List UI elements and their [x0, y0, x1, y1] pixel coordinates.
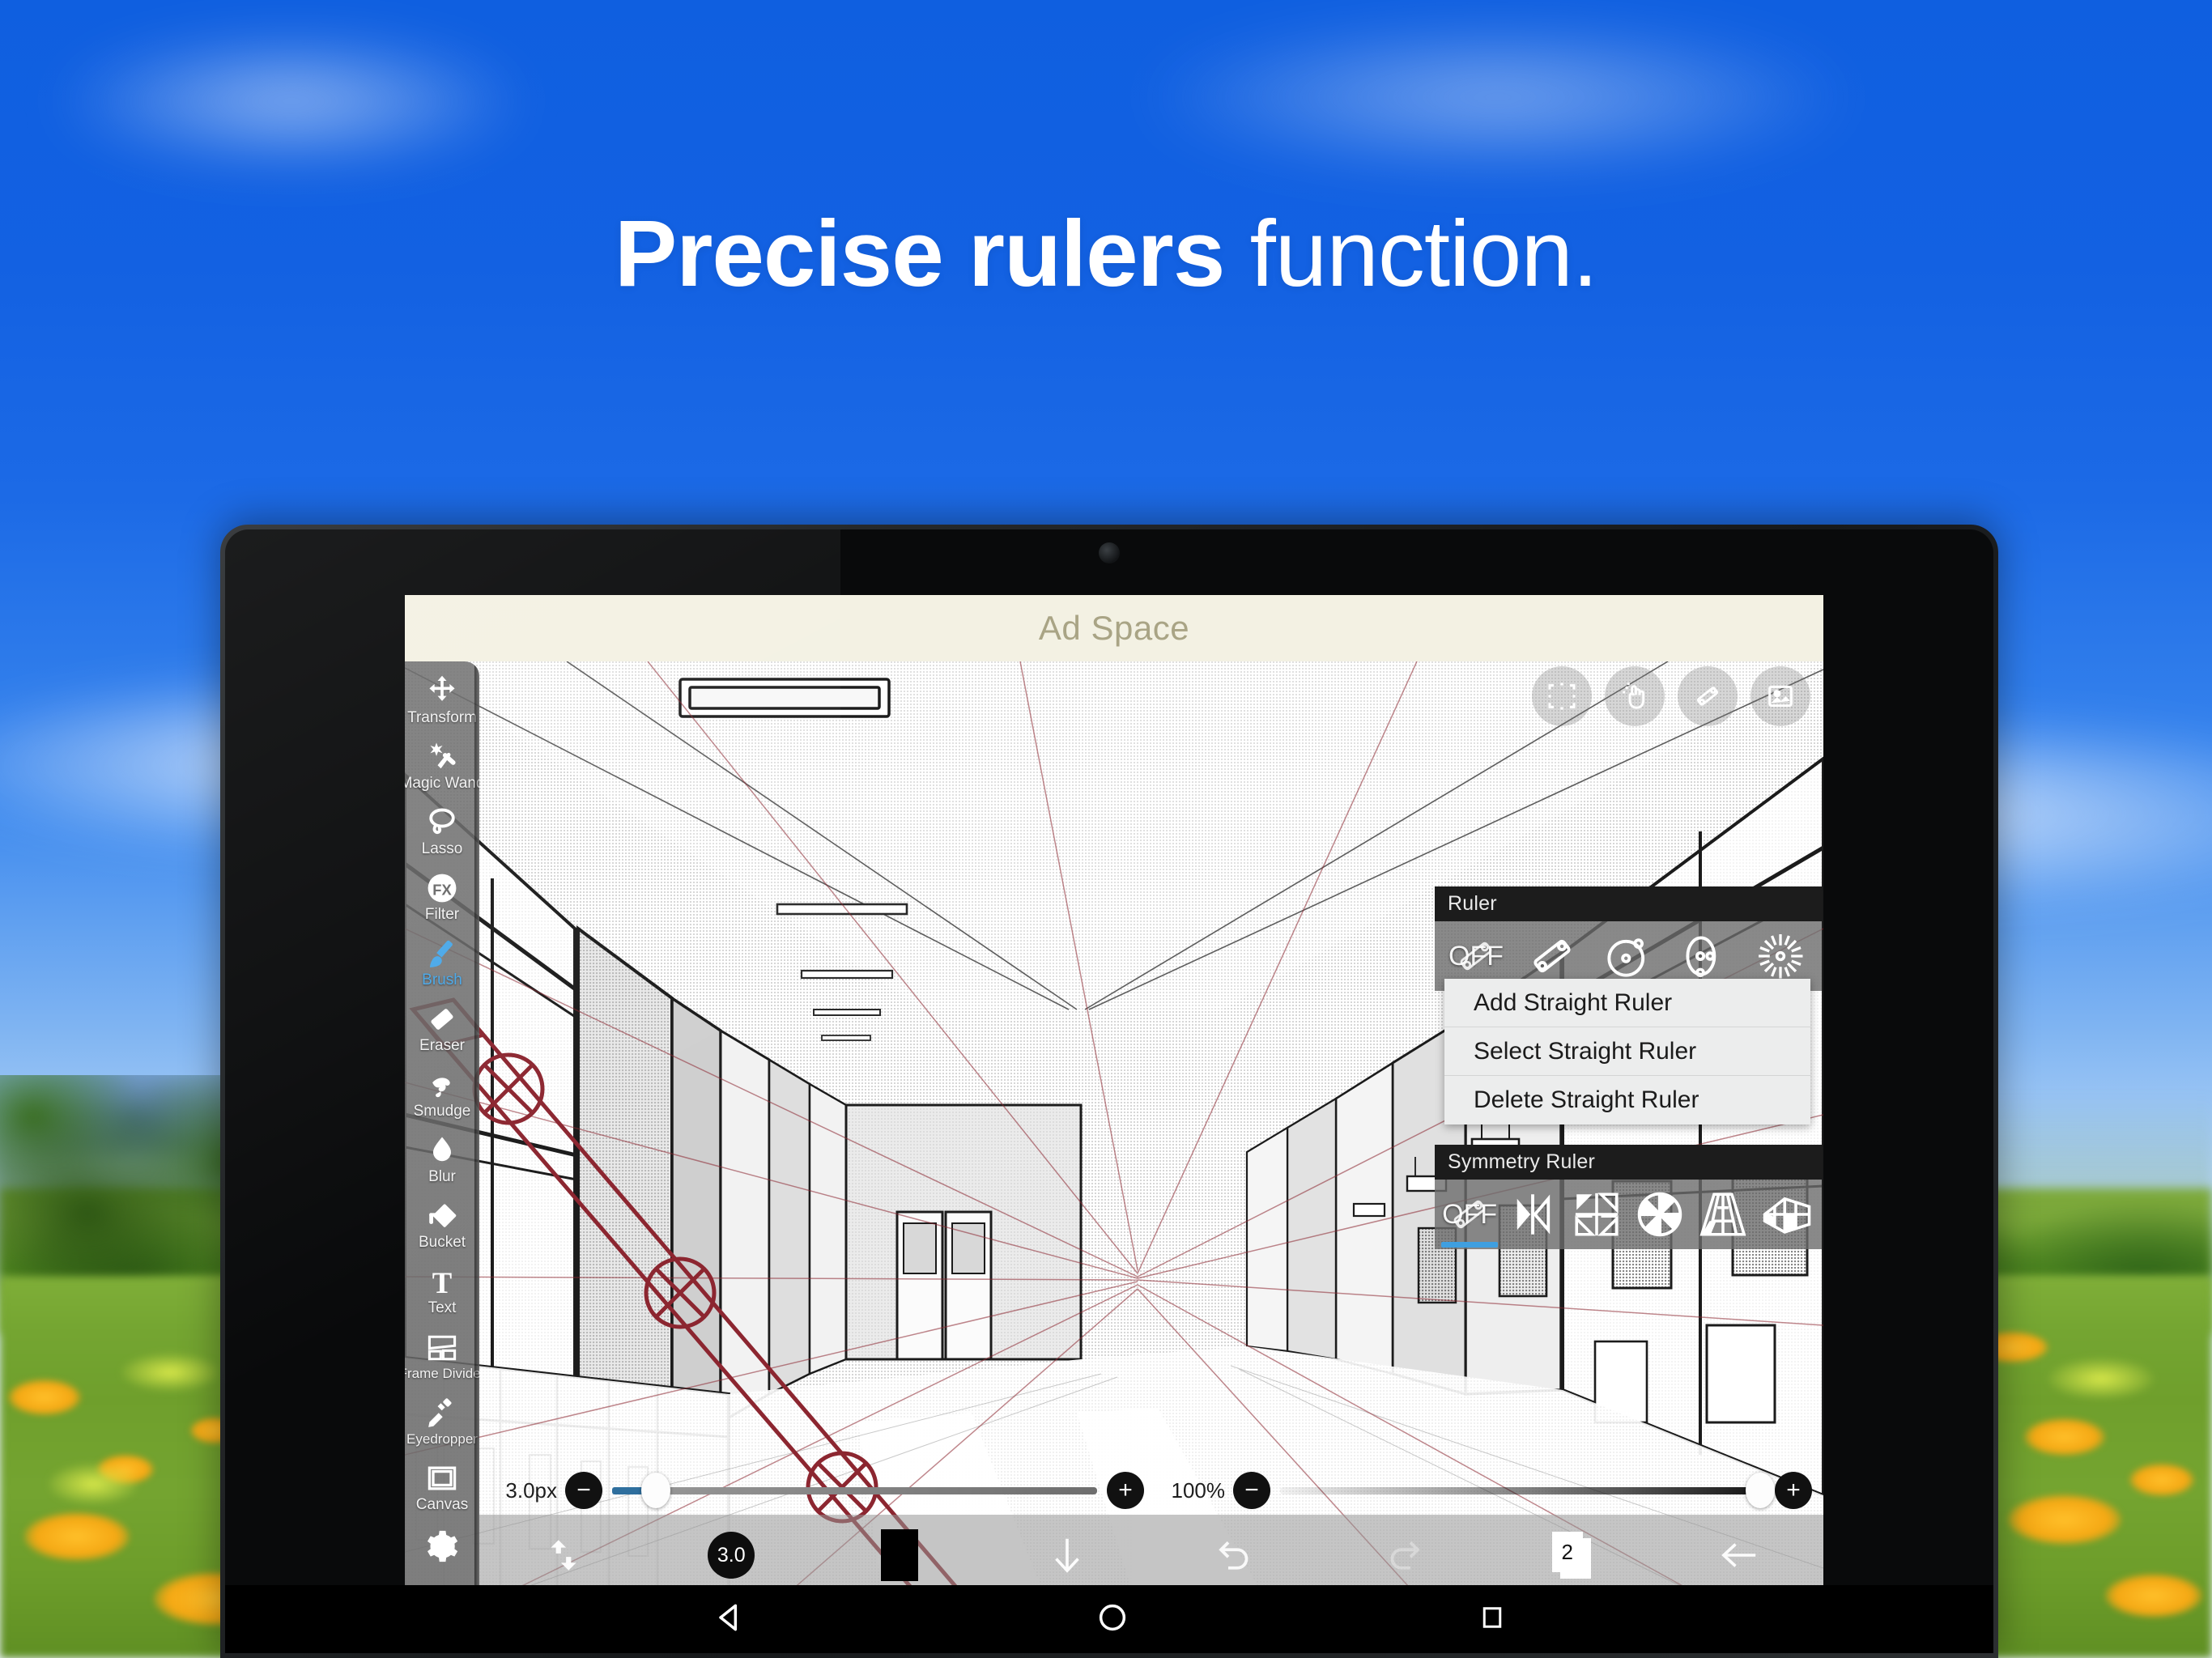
- tool-blur[interactable]: Blur: [405, 1127, 479, 1192]
- symmetry-option-off[interactable]: OFF: [1438, 1180, 1501, 1249]
- tool-bucket[interactable]: Bucket: [405, 1192, 479, 1258]
- ad-banner[interactable]: Ad Space: [405, 595, 1823, 661]
- tool-label: Canvas: [415, 1495, 469, 1513]
- flower-cluster: [2129, 1464, 2194, 1496]
- arrow-left-icon[interactable]: [1656, 1533, 1824, 1577]
- opacity-value: 100%: [1171, 1477, 1226, 1503]
- tool-label: Eraser: [419, 1036, 465, 1054]
- flower-cluster: [24, 1512, 130, 1561]
- cloud-wisp: [49, 32, 534, 170]
- flower-cluster: [2024, 1418, 2105, 1456]
- drawing-canvas[interactable]: Ruler OFF Symmetry Ruler OFF Add Straigh…: [405, 661, 1823, 1596]
- tool-settings[interactable]: [405, 1520, 479, 1577]
- canvas-top-icons: [1532, 666, 1810, 726]
- image-icon[interactable]: [1750, 666, 1810, 726]
- tool-label: Text: [428, 1299, 457, 1316]
- symmetry-option-quad[interactable]: [1565, 1180, 1628, 1249]
- menu-item-delete-straight-ruler[interactable]: Delete Straight Ruler: [1444, 1076, 1810, 1124]
- symmetry-option-one-point[interactable]: [1691, 1180, 1755, 1249]
- selection-frame-icon[interactable]: [1532, 666, 1592, 726]
- tool-smudge[interactable]: Smudge: [405, 1061, 479, 1127]
- symmetry-option-radial[interactable]: [1628, 1180, 1691, 1249]
- gesture-hand-icon[interactable]: [1605, 666, 1665, 726]
- undo-icon[interactable]: [1151, 1533, 1320, 1577]
- app-screen: Ad Space Ruler OFF Symmetry Ruler OFF Ad…: [405, 595, 1823, 1596]
- symmetry-panel-title: Symmetry Ruler: [1435, 1145, 1822, 1180]
- tool-label: Smudge: [413, 1102, 471, 1120]
- tool-frame-divider[interactable]: Frame Divider: [405, 1324, 479, 1389]
- flower-cluster: [2048, 1358, 2154, 1399]
- tool-label: Magic Wand: [405, 774, 479, 792]
- tool-label: Eyedropper: [406, 1431, 478, 1447]
- headline-light: function.: [1224, 201, 1599, 306]
- ruler-context-menu: Add Straight Ruler Select Straight Ruler…: [1444, 979, 1810, 1124]
- cloud-wisp: [1134, 16, 1862, 178]
- opacity-increase-button[interactable]: +: [1775, 1472, 1812, 1509]
- tool-filter[interactable]: FX Filter: [405, 865, 479, 930]
- menu-item-add-straight-ruler[interactable]: Add Straight Ruler: [1444, 979, 1810, 1027]
- redo-icon[interactable]: [1320, 1533, 1488, 1577]
- headline-bold: Precise rulers: [614, 201, 1225, 306]
- flip-icon[interactable]: [479, 1535, 648, 1575]
- svg-text:T: T: [432, 1265, 452, 1299]
- layers-count: 2: [1561, 1539, 1573, 1564]
- menu-item-select-straight-ruler[interactable]: Select Straight Ruler: [1444, 1027, 1810, 1076]
- straight-ruler-icon[interactable]: [1678, 666, 1738, 726]
- tool-text[interactable]: T Text: [405, 1258, 479, 1324]
- tool-label: Frame Divider: [405, 1365, 479, 1381]
- tablet-screen-bezel: Ad Space Ruler OFF Symmetry Ruler OFF Ad…: [225, 529, 1993, 1653]
- tablet-device: Ad Space Ruler OFF Symmetry Ruler OFF Ad…: [220, 525, 1998, 1658]
- ad-banner-label: Ad Space: [1038, 609, 1190, 647]
- tool-eyedropper[interactable]: Eyedropper: [405, 1389, 479, 1455]
- tool-label: Bucket: [418, 1233, 466, 1251]
- screenshot-stage: Precise rulers function. Ad Space Ruler …: [0, 0, 2212, 1658]
- svg-text:FX: FX: [432, 881, 452, 898]
- tool-magic-wand[interactable]: Magic Wand: [405, 733, 479, 799]
- brush-size-increase-button[interactable]: +: [1107, 1472, 1144, 1509]
- tool-label: Blur: [428, 1167, 456, 1185]
- tool-eraser[interactable]: Eraser: [405, 996, 479, 1061]
- tool-label: Filter: [424, 905, 460, 923]
- page-headline: Precise rulers function.: [0, 206, 2212, 300]
- tool-transform[interactable]: Transform: [405, 668, 479, 733]
- flower-cluster: [2105, 1574, 2202, 1618]
- nav-recents-icon[interactable]: [1478, 1603, 1507, 1636]
- opacity-slider[interactable]: [1280, 1473, 1775, 1508]
- ruler-panel-title: Ruler: [1435, 886, 1822, 921]
- brush-size-value: 3.0px: [505, 1477, 557, 1503]
- bottom-toolbar: 3.0 2: [479, 1515, 1823, 1596]
- flower-cluster: [8, 1380, 81, 1415]
- rail-shadow: [474, 661, 479, 1596]
- slider-bar: 3.0px − + 100% − +: [479, 1466, 1823, 1515]
- android-nav-bar: [225, 1585, 1993, 1653]
- symmetry-selected-underline: [1441, 1242, 1499, 1248]
- tool-rail: Transform Magic Wand Lasso FX Filter: [405, 661, 479, 1596]
- symmetry-options-row: OFF: [1435, 1180, 1822, 1249]
- brush-size-badge-value: 3.0: [717, 1543, 746, 1567]
- symmetry-option-two-point[interactable]: [1755, 1180, 1819, 1249]
- tool-label: Lasso: [421, 840, 463, 857]
- tool-canvas[interactable]: Canvas: [405, 1455, 479, 1520]
- layers-button[interactable]: 2: [1487, 1532, 1656, 1579]
- tool-label: Transform: [407, 708, 477, 726]
- nav-back-icon[interactable]: [712, 1600, 747, 1639]
- flower-cluster: [121, 1354, 219, 1391]
- arrow-down-icon[interactable]: [984, 1533, 1152, 1577]
- front-camera: [1099, 542, 1120, 563]
- tool-label: Brush: [422, 971, 462, 988]
- color-swatch[interactable]: [815, 1529, 984, 1581]
- brush-size-badge[interactable]: 3.0: [648, 1532, 816, 1579]
- flower-cluster: [2008, 1494, 2121, 1545]
- brush-size-slider[interactable]: [612, 1473, 1097, 1508]
- nav-home-icon[interactable]: [1095, 1601, 1129, 1639]
- flower-cluster: [49, 1464, 138, 1504]
- symmetry-option-mirror[interactable]: [1501, 1180, 1564, 1249]
- opacity-decrease-button[interactable]: −: [1233, 1472, 1270, 1509]
- brush-size-decrease-button[interactable]: −: [565, 1472, 602, 1509]
- tool-brush[interactable]: Brush: [405, 930, 479, 996]
- tool-lasso[interactable]: Lasso: [405, 799, 479, 865]
